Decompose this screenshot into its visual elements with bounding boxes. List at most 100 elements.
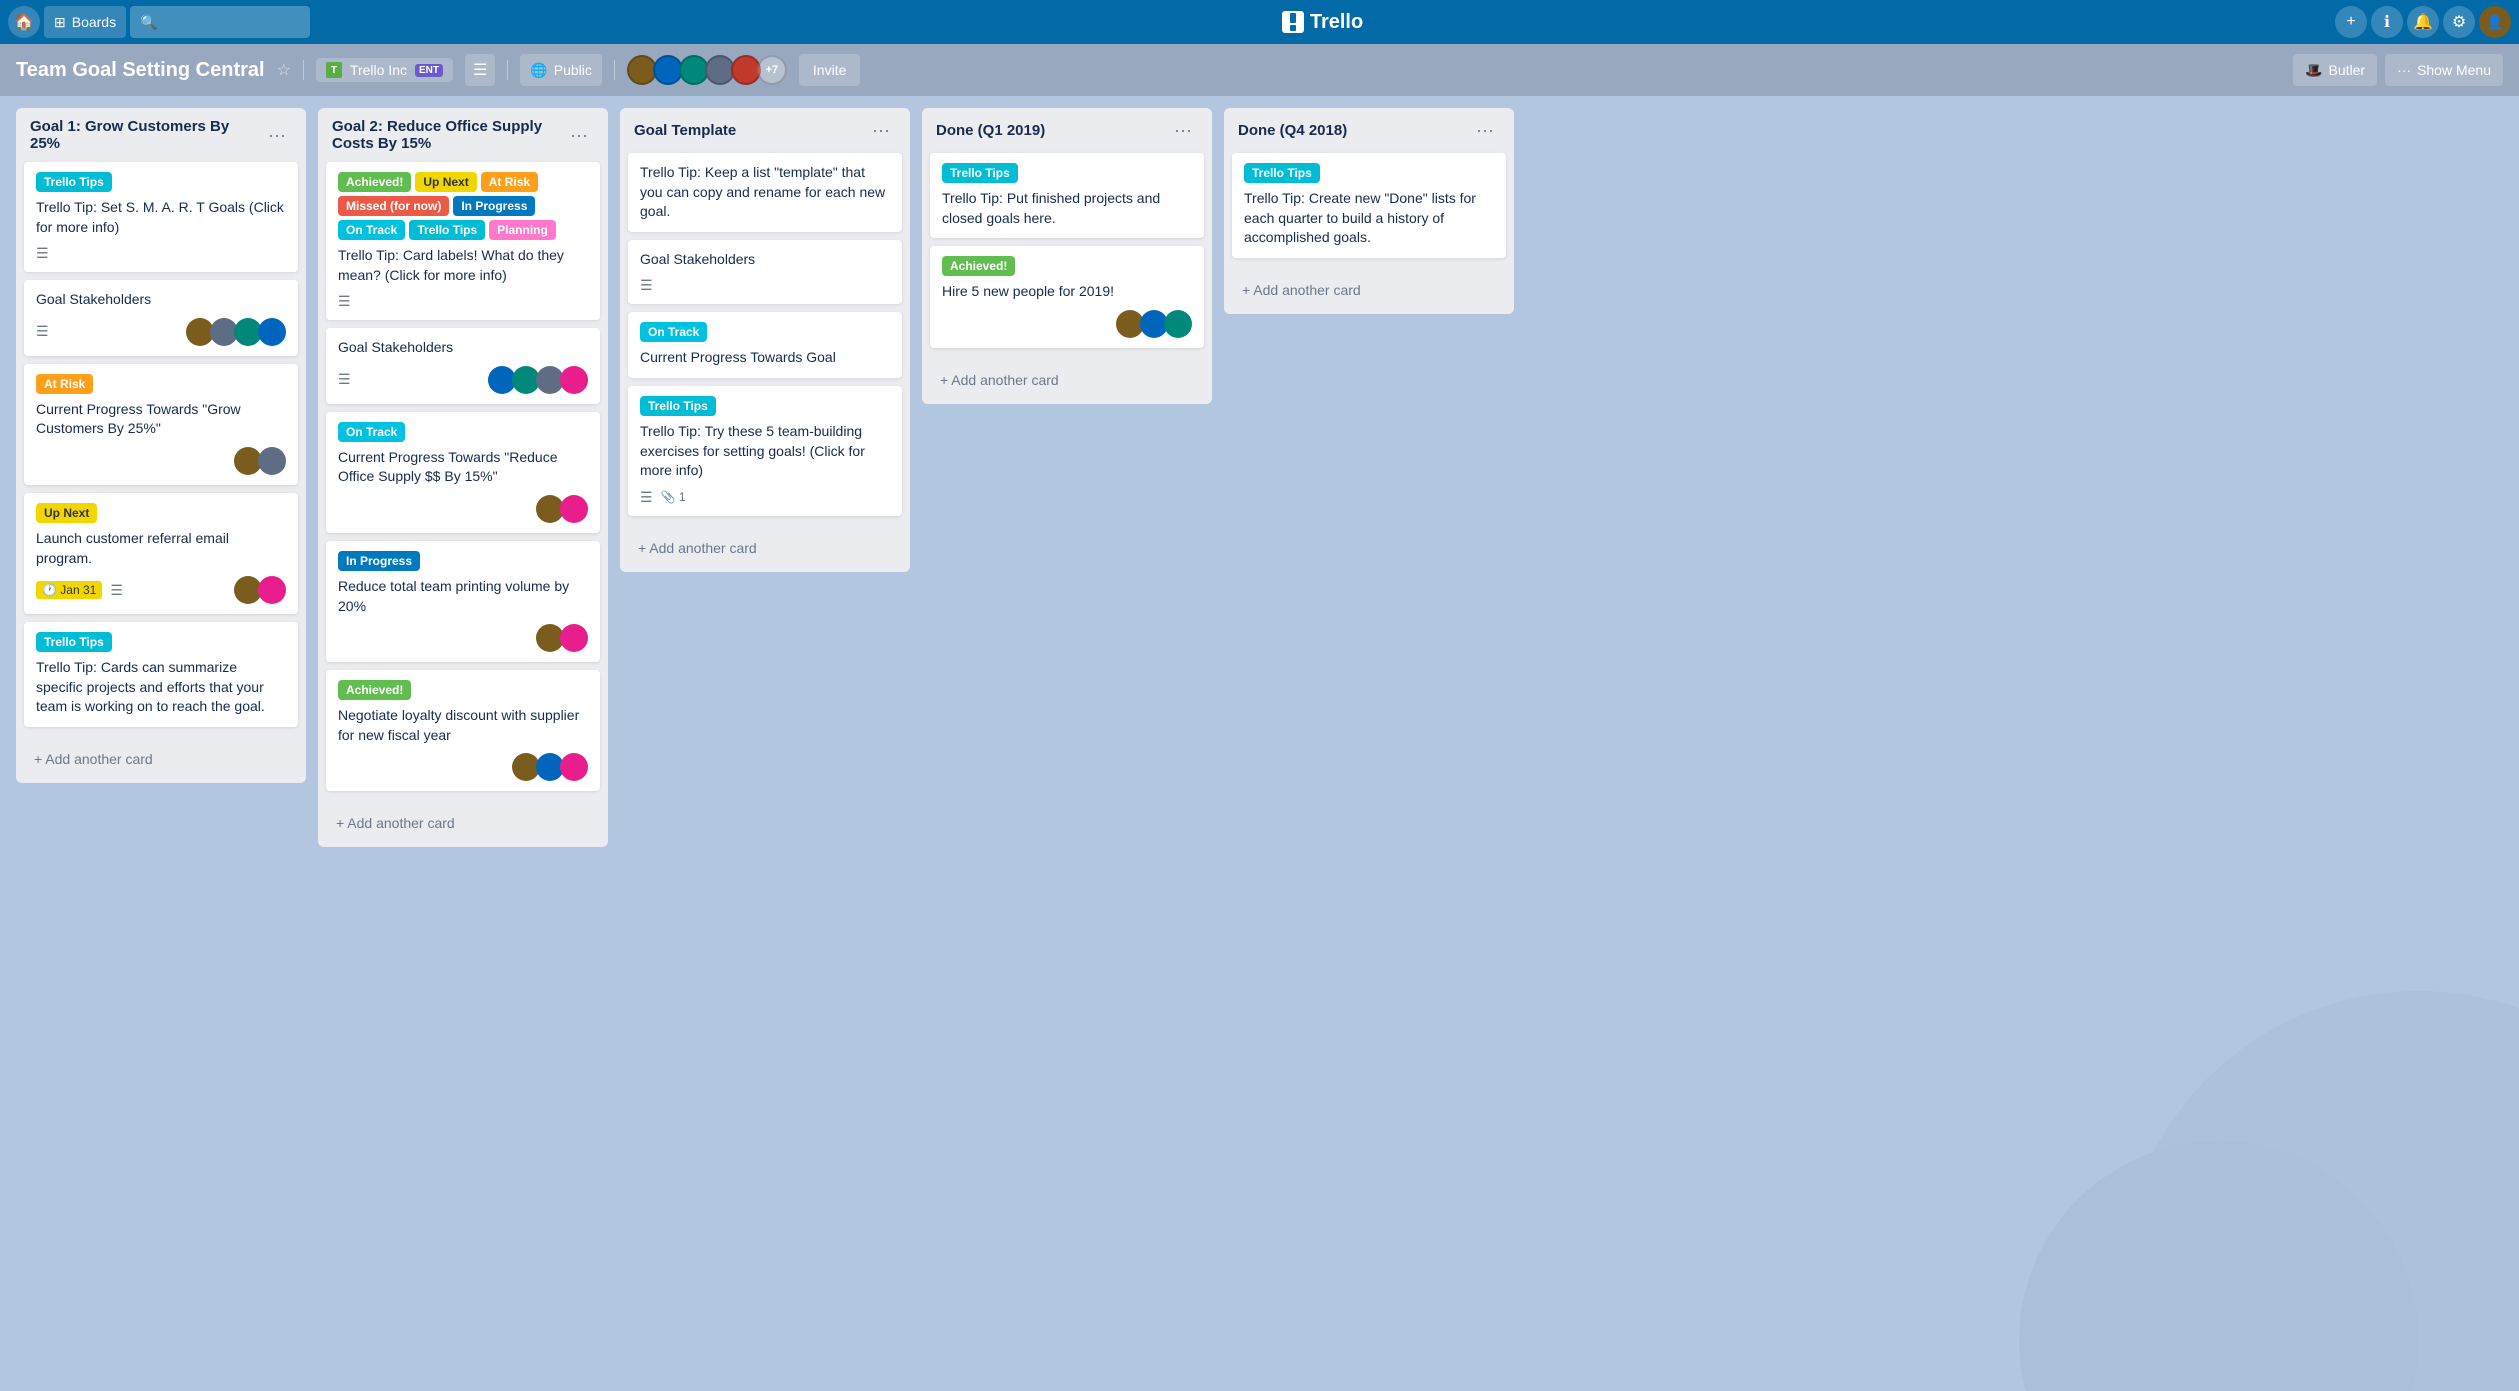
card[interactable]: In ProgressReduce total team printing vo… [326, 541, 600, 662]
due-date[interactable]: 🕐 Jan 31 [36, 581, 102, 599]
butler-label: Butler [2328, 62, 2365, 78]
card-member-avatar[interactable] [258, 576, 286, 604]
card-labels: Trello Tips [36, 632, 286, 652]
card-label[interactable]: In Progress [453, 196, 535, 216]
card[interactable]: Trello TipsTrello Tip: Put finished proj… [930, 153, 1204, 238]
card-label[interactable]: Up Next [415, 172, 476, 192]
list-title: Done (Q1 2019) [936, 122, 1168, 139]
add-card-button[interactable]: + Add another card [926, 364, 1216, 396]
card-label[interactable]: Planning [489, 220, 556, 240]
card-label[interactable]: Up Next [36, 503, 97, 523]
search-icon: 🔍 [140, 14, 157, 31]
card-label[interactable]: Trello Tips [36, 172, 112, 192]
card-label[interactable]: At Risk [481, 172, 538, 192]
card-member-avatar[interactable] [560, 366, 588, 394]
butler-button[interactable]: 🎩 Butler [2293, 54, 2377, 86]
card-labels: Achieved! [338, 680, 588, 700]
list-menu-button[interactable]: ··· [564, 123, 594, 148]
card-label[interactable]: On Track [338, 422, 405, 442]
card[interactable]: Up NextLaunch customer referral email pr… [24, 493, 298, 614]
list-menu-button[interactable]: ··· [1168, 118, 1198, 143]
card-member-avatar[interactable] [258, 447, 286, 475]
card-member-avatar[interactable] [560, 624, 588, 652]
list-menu-button[interactable]: ··· [262, 123, 292, 148]
user-avatar[interactable]: 👤 [2479, 6, 2511, 38]
card-footer: ☰ [640, 277, 890, 294]
card-labels: Achieved! [942, 256, 1192, 276]
list-cards-list4: Trello TipsTrello Tip: Put finished proj… [922, 149, 1212, 360]
card-label[interactable]: Trello Tips [942, 163, 1018, 183]
card-label[interactable]: Trello Tips [640, 396, 716, 416]
card-label[interactable]: Trello Tips [1244, 163, 1320, 183]
list-menu-button[interactable]: ··· [866, 118, 896, 143]
card[interactable]: Trello TipsTrello Tip: Try these 5 team-… [628, 386, 902, 516]
notifications-button[interactable]: 🔔 [2407, 6, 2439, 38]
card[interactable]: On TrackCurrent Progress Towards Goal [628, 312, 902, 378]
card-label[interactable]: On Track [640, 322, 707, 342]
card-member-avatar[interactable] [1164, 310, 1192, 338]
card-members [234, 447, 286, 475]
card-label[interactable]: Missed (for now) [338, 196, 449, 216]
card-footer [338, 753, 588, 781]
card-labels: Trello Tips [1244, 163, 1494, 183]
card[interactable]: Goal Stakeholders☰ [24, 280, 298, 356]
card-label[interactable]: At Risk [36, 374, 93, 394]
add-card-button[interactable]: + Add another card [20, 743, 310, 775]
info-button[interactable]: ℹ [2371, 6, 2403, 38]
card[interactable]: Trello TipsTrello Tip: Cards can summari… [24, 622, 298, 727]
visibility-button[interactable]: 🌐 Public [520, 54, 602, 86]
home-button[interactable]: 🏠 [8, 6, 40, 38]
card-member-avatar[interactable] [258, 318, 286, 346]
settings-button[interactable]: ⚙ [2443, 6, 2475, 38]
card-member-avatar[interactable] [560, 753, 588, 781]
card-label[interactable]: Trello Tips [409, 220, 485, 240]
card-members [536, 624, 588, 652]
description-icon: ☰ [338, 371, 351, 388]
card-label[interactable]: In Progress [338, 551, 420, 571]
card[interactable]: Achieved!Hire 5 new people for 2019! [930, 246, 1204, 348]
show-menu-button[interactable]: ··· Show Menu [2385, 54, 2503, 86]
card[interactable]: Trello Tips Trello Tip: Set S. M. A. R. T… [24, 162, 298, 272]
card[interactable]: Achieved!Negotiate loyalty discount with… [326, 670, 600, 791]
invite-button[interactable]: Invite [799, 54, 860, 86]
search-input[interactable]: 🔍 [130, 6, 310, 38]
trello-logo: Trello [1282, 11, 1363, 34]
card-label[interactable]: Achieved! [338, 172, 411, 192]
card-label[interactable]: Achieved! [942, 256, 1015, 276]
card[interactable]: On TrackCurrent Progress Towards "Reduce… [326, 412, 600, 533]
star-button[interactable]: ☆ [277, 60, 291, 80]
list-header-list5: Done (Q4 2018)··· [1224, 108, 1514, 149]
list-title: Done (Q4 2018) [1238, 122, 1470, 139]
card-member-avatar[interactable] [560, 495, 588, 523]
boards-button[interactable]: ⊞ Boards [44, 6, 126, 38]
member-count[interactable]: +7 [757, 55, 787, 85]
card-label[interactable]: On Track [338, 220, 405, 240]
card-label[interactable]: Trello Tips [36, 632, 112, 652]
description-icon: ☰ [36, 245, 49, 262]
card-footer [36, 447, 286, 475]
card[interactable]: At RiskCurrent Progress Towards "Grow Cu… [24, 364, 298, 485]
separator-2 [507, 60, 508, 80]
card[interactable]: Trello Tip: Keep a list "template" that … [628, 153, 902, 232]
card-members [1116, 310, 1192, 338]
card-footer: 🕐 Jan 31☰ [36, 576, 286, 604]
card-title: Trello Tip: Set S. M. A. R. T Goals (Cli… [36, 198, 286, 237]
list-header-list1: Goal 1: Grow Customers By 25%··· [16, 108, 306, 158]
card[interactable]: Trello TipsTrello Tip: Create new "Done"… [1232, 153, 1506, 258]
list-title: Goal 2: Reduce Office Supply Costs By 15… [332, 118, 564, 152]
add-card-button[interactable]: + Add another card [624, 532, 914, 564]
card-labels: At Risk [36, 374, 286, 394]
list-menu-button[interactable]: ··· [1470, 118, 1500, 143]
card[interactable]: Goal Stakeholders☰ [628, 240, 902, 305]
add-card-button[interactable]: + Add another card [1228, 274, 1518, 306]
add-button[interactable]: + [2335, 6, 2367, 38]
card-label[interactable]: Achieved! [338, 680, 411, 700]
card[interactable]: Goal Stakeholders☰ [326, 328, 600, 404]
board-title: Team Goal Setting Central [16, 59, 265, 82]
org-name: Trello Inc [350, 62, 407, 78]
add-card-button[interactable]: + Add another card [322, 807, 612, 839]
list-view-button[interactable]: ☰ [465, 54, 495, 86]
card[interactable]: Achieved!Up NextAt Risk Missed (for now)I… [326, 162, 600, 320]
card-footer: ☰📎 1 [640, 489, 890, 506]
card-labels: Up Next [36, 503, 286, 523]
